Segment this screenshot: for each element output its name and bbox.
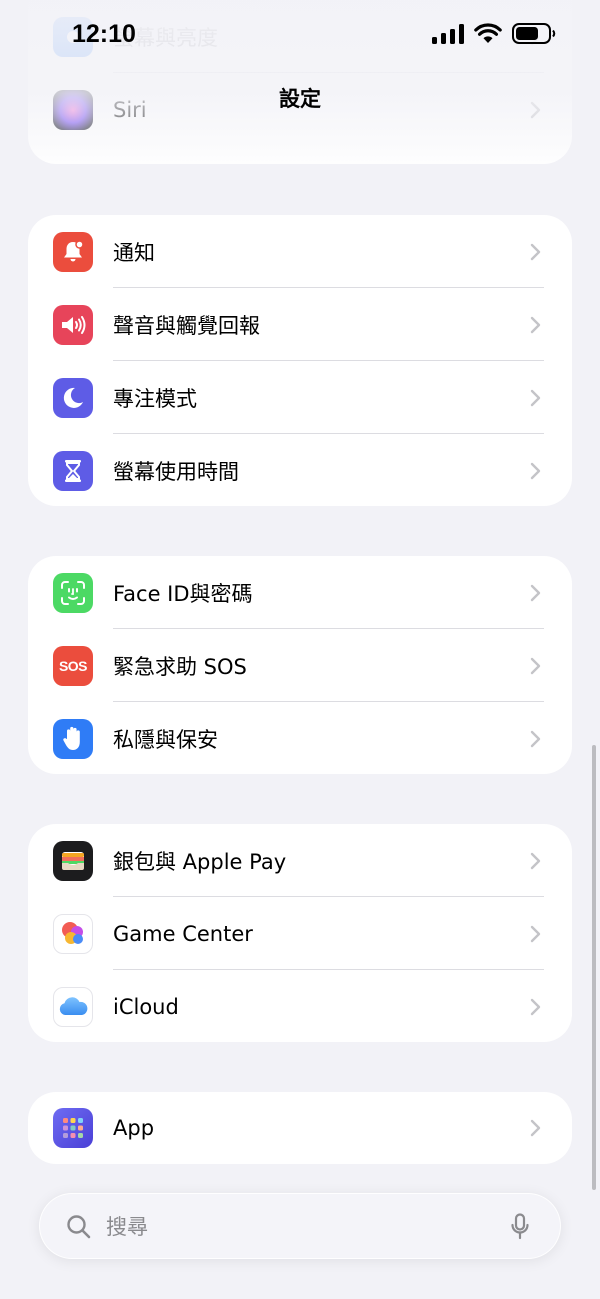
settings-row-label: Face ID與密碼 (113, 581, 253, 606)
settings-row-label: 通知 (113, 240, 155, 265)
settings-row-face-id[interactable]: Face ID與密碼 (28, 556, 572, 629)
settings-row-screen-time[interactable]: 螢幕使用時間 (28, 434, 572, 506)
icloud-icon (53, 986, 93, 1027)
moon-icon (53, 377, 93, 418)
settings-row-label: 私隱與保安 (113, 727, 218, 752)
chevron-right-icon (530, 389, 541, 406)
status-bar: 12:10 (0, 0, 600, 70)
chevron-right-icon (530, 316, 541, 333)
page-title: 設定 (279, 87, 321, 111)
settings-row-wallet[interactable]: 銀包與 Apple Pay (28, 824, 572, 897)
bell-icon (53, 231, 93, 272)
settings-row-label: 螢幕使用時間 (113, 459, 239, 484)
game-center-icon (53, 913, 93, 954)
settings-row-game-center[interactable]: Game Center (28, 897, 572, 970)
settings-group-4: App (28, 1092, 572, 1164)
chevron-right-icon (530, 925, 541, 942)
search-icon (67, 1215, 91, 1239)
settings-row-apps[interactable]: App (28, 1092, 572, 1164)
settings-row-emergency-sos[interactable]: SOS 緊急求助 SOS (28, 629, 572, 702)
settings-row-label: 專注模式 (113, 386, 197, 411)
settings-row-privacy[interactable]: 私隱與保安 (28, 702, 572, 774)
settings-group-1: 通知 聲音與觸覺回報 專注模式 螢幕使用時間 (28, 215, 572, 506)
settings-row-label: 聲音與觸覺回報 (113, 313, 260, 338)
settings-row-label: Game Center (113, 921, 253, 946)
battery-icon (512, 23, 556, 44)
scrollbar[interactable] (592, 745, 596, 1190)
cellular-signal-icon (432, 23, 464, 44)
chevron-right-icon (530, 730, 541, 747)
settings-row-label: 緊急求助 SOS (113, 654, 247, 679)
chevron-right-icon (530, 462, 541, 479)
chevron-right-icon (530, 1119, 541, 1137)
chevron-right-icon (530, 657, 541, 674)
status-time: 12:10 (72, 20, 136, 48)
apps-icon (53, 1108, 93, 1148)
settings-row-icloud[interactable]: iCloud (28, 970, 572, 1042)
microphone-icon[interactable] (510, 1213, 530, 1241)
settings-row-sounds[interactable]: 聲音與觸覺回報 (28, 288, 572, 361)
wallet-icon (53, 840, 93, 881)
settings-row-label: 銀包與 Apple Pay (113, 849, 287, 874)
faceid-icon (53, 572, 93, 613)
hand-icon (53, 718, 93, 759)
settings-row-notifications[interactable]: 通知 (28, 215, 572, 288)
settings-row-focus[interactable]: 專注模式 (28, 361, 572, 434)
search-placeholder: 搜尋 (106, 1215, 148, 1239)
chevron-right-icon (530, 584, 541, 601)
settings-group-3: 銀包與 Apple Pay Game Center iCloud (28, 824, 572, 1042)
chevron-right-icon (530, 998, 541, 1015)
chevron-right-icon (530, 243, 541, 260)
chevron-right-icon (530, 852, 541, 869)
settings-row-label: iCloud (113, 994, 179, 1019)
wifi-icon (474, 23, 502, 43)
speaker-icon (53, 304, 93, 345)
hourglass-icon (53, 450, 93, 491)
settings-row-label: App (113, 1116, 155, 1140)
search-field[interactable]: 搜尋 (39, 1193, 561, 1259)
settings-group-2: Face ID與密碼 SOS 緊急求助 SOS 私隱與保安 (28, 556, 572, 774)
sos-icon: SOS (53, 645, 93, 686)
